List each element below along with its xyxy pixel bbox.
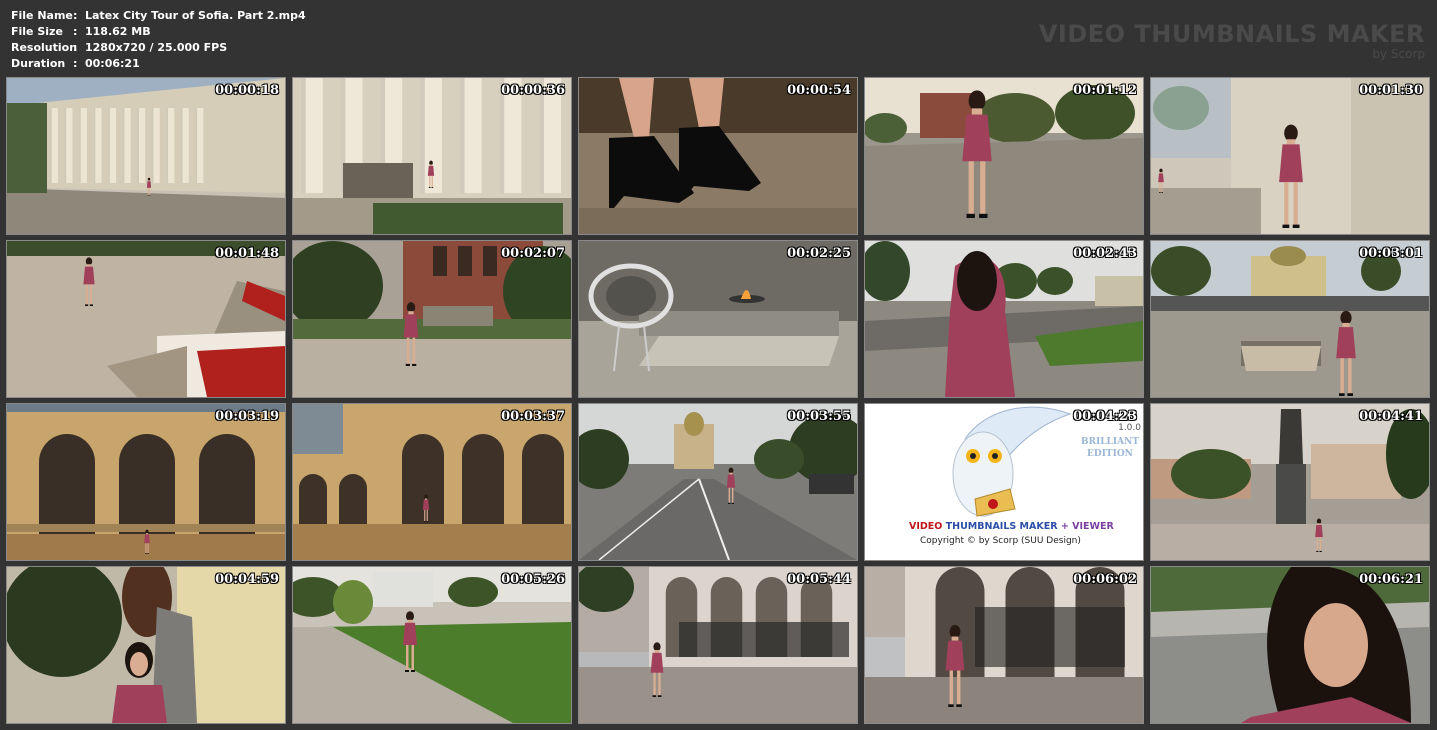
thumbnail-woman-church-garden[interactable]: 00:02:07 — [292, 240, 572, 398]
thumbnail-image — [7, 78, 285, 234]
edition-line-1: BRILLIANT — [1080, 437, 1139, 447]
timestamp-label: 00:00:54 — [787, 83, 851, 98]
thumbnail-image — [579, 241, 857, 397]
thumbnail-image — [7, 241, 285, 397]
info-separator: : — [73, 57, 78, 70]
thumbnail-image — [579, 404, 857, 560]
info-row-file-name: File Name : Latex City Tour of Sofia. Pa… — [11, 8, 306, 24]
app-title: VIDEO THUMBNAILS MAKER + VIEWER — [909, 521, 1114, 532]
thumbnail-woman-back-street[interactable]: 00:02:43 — [864, 240, 1144, 398]
timestamp-label: 00:06:21 — [1359, 572, 1423, 587]
thumbnail-woman-statue-closeup[interactable]: 00:04:59 — [6, 566, 286, 724]
thumbnail-eternal-flame-memorial[interactable]: 00:02:25 — [578, 240, 858, 398]
thumbnail-image — [1151, 78, 1429, 234]
info-value: 00:06:21 — [85, 57, 140, 70]
app-title-part-2: THUMBNAILS MAKER — [945, 521, 1058, 532]
timestamp-label: 00:03:19 — [215, 409, 279, 424]
thumbnail-cathedral-arches[interactable]: 00:03:19 — [6, 403, 286, 561]
timestamp-label: 00:00:18 — [215, 83, 279, 98]
info-value: Latex City Tour of Sofia. Part 2.mp4 — [85, 9, 306, 22]
timestamp-label: 00:03:37 — [501, 409, 565, 424]
info-value: 1280x720 / 25.000 FPS — [85, 41, 228, 54]
thumbnail-cathedral-arches-woman[interactable]: 00:03:37 — [292, 403, 572, 561]
thumbnail-building-colonnade[interactable]: 00:00:18 — [6, 77, 286, 235]
thumbnail-image — [865, 241, 1143, 397]
version-label: 1.0.0 — [1118, 423, 1141, 433]
info-value: 118.62 MB — [85, 25, 151, 38]
timestamp-label: 00:01:12 — [1073, 83, 1137, 98]
thumbnail-woman-church-steps[interactable]: 00:06:02 — [864, 566, 1144, 724]
thumbnail-image — [293, 78, 571, 234]
app-title-part-1: VIDEO — [909, 521, 943, 532]
thumbnail-woman-face-closeup[interactable]: 00:06:21 — [1150, 566, 1430, 724]
info-row-duration: Duration : 00:06:21 — [11, 56, 306, 72]
timestamp-label: 00:01:48 — [215, 246, 279, 261]
thumbnail-road-cathedral[interactable]: 00:03:55 — [578, 403, 858, 561]
thumbnail-woman-walking-square[interactable]: 00:01:12 — [864, 77, 1144, 235]
thumbnail-image — [1151, 404, 1429, 560]
timestamp-label: 00:02:07 — [501, 246, 565, 261]
info-key: Duration — [11, 57, 66, 70]
timestamp-label: 00:04:59 — [215, 572, 279, 587]
timestamp-label: 00:06:02 — [1073, 572, 1137, 587]
thumbnail-image — [293, 404, 571, 560]
thumbnail-church-fence-car[interactable]: 00:05:44 — [578, 566, 858, 724]
brand-title: VIDEO THUMBNAILS MAKER — [1038, 20, 1425, 48]
thumbnail-flowerbed-steps[interactable]: 00:01:48 — [6, 240, 286, 398]
brand-watermark: VIDEO THUMBNAILS MAKER by Scorp — [1039, 20, 1425, 60]
thumbnail-image — [293, 567, 571, 723]
info-key: Resolution — [11, 41, 78, 54]
timestamp-label: 00:02:43 — [1073, 246, 1137, 261]
timestamp-label: 00:05:26 — [501, 572, 565, 587]
thumbnail-image — [579, 78, 857, 234]
thumbnail-image — [7, 567, 285, 723]
edition-line-2: EDITION — [1087, 449, 1133, 459]
timestamp-label: 00:03:01 — [1359, 246, 1423, 261]
info-key: File Name — [11, 9, 73, 22]
thumbnail-image — [1151, 241, 1429, 397]
timestamp-label: 00:02:25 — [787, 246, 851, 261]
thumbnail-image — [865, 567, 1143, 723]
info-separator: : — [73, 9, 78, 22]
thumbnail-park-path-woman[interactable]: 00:05:26 — [292, 566, 572, 724]
thumbnail-image — [865, 78, 1143, 234]
brand-subtitle: by Scorp — [1372, 47, 1425, 61]
timestamp-label: 00:04:23 — [1073, 409, 1137, 424]
copyright-text: Copyright © by Scorp (SUU Design) — [920, 536, 1081, 546]
thumbnail-image — [293, 241, 571, 397]
info-row-resolution: Resolution : 1280x720 / 25.000 FPS — [11, 40, 306, 56]
info-separator: : — [73, 25, 78, 38]
info-key: File Size — [11, 25, 63, 38]
logo-card: 1.0.0 BRILLIANT EDITION VIDEO THUMBNAILS… — [865, 404, 1143, 560]
thumbnail-monument-square[interactable]: 00:04:41 — [1150, 403, 1430, 561]
thumbnail-app-logo[interactable]: 1.0.0 BRILLIANT EDITION VIDEO THUMBNAILS… — [864, 403, 1144, 561]
thumbnail-woman-square-cathedral[interactable]: 00:03:01 — [1150, 240, 1430, 398]
thumbnail-image — [7, 404, 285, 560]
info-row-file-size: File Size : 118.62 MB — [11, 24, 306, 40]
timestamp-label: 00:03:55 — [787, 409, 851, 424]
file-info: File Name : Latex City Tour of Sofia. Pa… — [11, 8, 306, 72]
thumbnail-image — [1151, 567, 1429, 723]
thumbnail-image — [579, 567, 857, 723]
app-title-part-3: + VIEWER — [1060, 521, 1114, 532]
timestamp-label: 00:01:30 — [1359, 83, 1423, 98]
edition-label: BRILLIANT EDITION — [1081, 436, 1139, 460]
timestamp-label: 00:05:44 — [787, 572, 851, 587]
thumbnail-heels-closeup[interactable]: 00:00:54 — [578, 77, 858, 235]
thumbnail-columns-woman[interactable]: 00:00:36 — [292, 77, 572, 235]
thumbnail-woman-leaning-wall[interactable]: 00:01:30 — [1150, 77, 1430, 235]
timestamp-label: 00:04:41 — [1359, 409, 1423, 424]
info-separator: : — [73, 41, 78, 54]
timestamp-label: 00:00:36 — [501, 83, 565, 98]
